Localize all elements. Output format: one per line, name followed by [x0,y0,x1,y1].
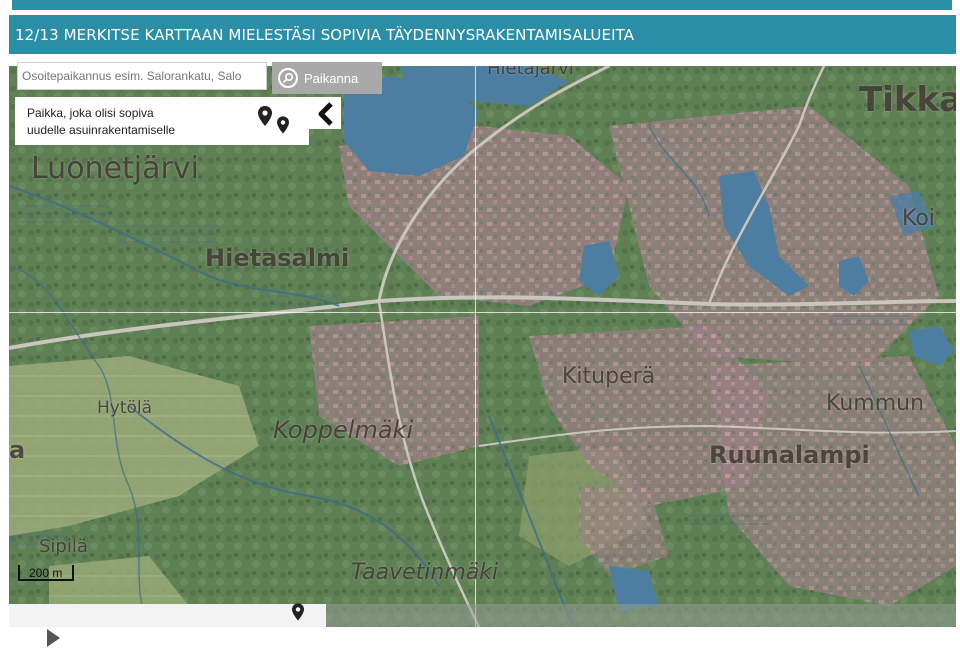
place-label: Tikka [859,80,956,120]
top-accent-strip [12,0,952,10]
map-pin-icon[interactable] [277,116,289,134]
next-arrow-icon[interactable] [47,629,60,647]
place-label: Ruunalampi [709,441,870,469]
marker-tool-description: Paikka, joka olisi sopiva uudelle asuinr… [27,105,175,139]
place-label: Hietajärvi [487,66,574,79]
lower-marker-panel [9,604,326,627]
search-icon [278,68,298,88]
place-label: Hietasalmi [205,244,350,272]
locate-button-label: Paikanna [304,70,359,86]
place-label: Kituperä [562,364,656,389]
place-label: a [9,436,26,464]
marker-tool-line-2: uudelle asuinrakentamiselle [27,123,176,137]
place-label: Kummun [826,391,925,416]
address-search-input[interactable] [17,62,267,90]
place-label: Taavetinmäki [351,560,499,585]
lower-map-strip [326,604,956,627]
locate-button[interactable]: Paikanna [272,62,382,94]
map-canvas[interactable]: Luonetjärvi Hietasalmi Hietajärvi Tikka … [9,66,956,627]
question-title: 12/13 MERKITSE KARTTAAN MIELESTÄSI SOPIV… [15,25,635,44]
place-label: Sipilä [39,536,88,557]
scale-label: 200 m [29,566,63,580]
marker-tool-line-1: Paikka, joka olisi sopiva [27,106,154,120]
place-label: Hytölä [97,398,153,418]
map-pin-icon[interactable] [258,106,272,126]
crosshair-horizontal [9,312,956,313]
map-pin-icon[interactable] [292,603,304,621]
place-label: Luonetjärvi [31,151,199,186]
collapse-chevron-icon[interactable] [317,102,335,126]
question-header: 12/13 MERKITSE KARTTAAN MIELESTÄSI SOPIV… [9,15,956,54]
place-label: Koi [902,206,935,231]
place-label: Koppelmäki [273,416,414,444]
crosshair-vertical [475,66,476,627]
